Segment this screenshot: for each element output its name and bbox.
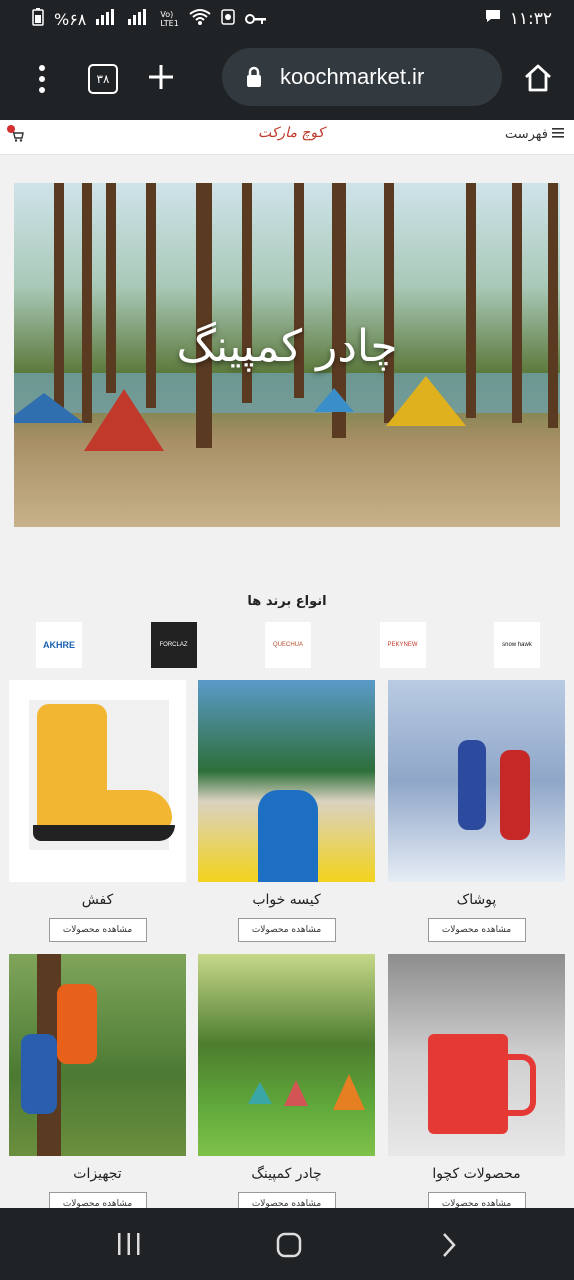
- status-left: %۶۸ Vo) LTE1: [32, 8, 267, 30]
- hero-banner[interactable]: چادر کمپینگ: [14, 183, 560, 527]
- lte-text: LTE1: [160, 19, 179, 28]
- tent-red: [284, 1080, 308, 1106]
- view-products-button[interactable]: مشاهده محصولات: [237, 918, 336, 942]
- tree-trunk: [512, 183, 522, 423]
- site-header: کوچ مارکت فهرست: [0, 120, 574, 155]
- brand-logo-akhre[interactable]: AKHRE: [36, 622, 82, 668]
- tent-orange: [333, 1074, 365, 1110]
- battery-icon: [32, 8, 44, 30]
- cart-badge: [7, 125, 15, 133]
- url-text: koochmarket.ir: [280, 64, 425, 89]
- category-name: کیسه خواب: [252, 892, 321, 908]
- signal-icon: [96, 9, 118, 29]
- volte-text: Vo): [160, 10, 174, 19]
- battery-percent: %۶۸: [54, 9, 87, 29]
- category-card: کفش مشاهده محصولات: [9, 680, 186, 942]
- hiker-figure: [458, 740, 486, 830]
- mug-shape: [428, 1034, 508, 1134]
- brand-logo-forclaz[interactable]: FORCLAZ: [150, 622, 197, 668]
- key-icon: [244, 10, 267, 29]
- category-card: کیسه خواب مشاهده محصولات: [198, 680, 375, 942]
- view-products-button[interactable]: مشاهده محصولات: [48, 918, 147, 942]
- category-name: محصولات کچوا: [432, 1166, 521, 1182]
- tent-teal: [248, 1082, 272, 1104]
- category-image[interactable]: [198, 680, 375, 882]
- new-tab-icon[interactable]: [148, 64, 174, 90]
- category-name: پوشاک: [456, 892, 497, 908]
- category-image[interactable]: [198, 954, 375, 1156]
- category-image[interactable]: [9, 954, 186, 1156]
- tent-small: [314, 388, 354, 412]
- mug-handle: [504, 1054, 536, 1116]
- notification-icon: [221, 9, 235, 29]
- category-name: کفش: [81, 892, 114, 908]
- hiker-figure: [500, 750, 530, 840]
- tent-red: [84, 389, 164, 451]
- tab-switcher-button[interactable]: ۳۸: [88, 64, 118, 94]
- back-icon[interactable]: [440, 1232, 458, 1262]
- tree-trunk: [146, 183, 156, 408]
- category-card: چادر کمپینگ مشاهده محصولات: [198, 954, 375, 1216]
- lock-icon: [240, 63, 268, 91]
- more-menu-icon[interactable]: [36, 64, 48, 94]
- tree-trunk: [54, 183, 64, 413]
- chat-icon: [484, 8, 502, 29]
- category-name: تجهیزات: [73, 1166, 122, 1182]
- sleeping-bag: [258, 790, 318, 882]
- signal-icon-2: [128, 9, 150, 29]
- hamburger-icon: [552, 127, 564, 142]
- brands-row: AKHRE FORCLAZ QUECHUA PEKYNEW snow hawk: [36, 622, 540, 668]
- volte-label: Vo) LTE1: [160, 10, 178, 28]
- menu-label: فهرست: [504, 127, 548, 142]
- view-products-button[interactable]: مشاهده محصولات: [427, 918, 526, 942]
- wifi-icon: [189, 8, 211, 30]
- site-logo[interactable]: کوچ مارکت: [258, 125, 324, 141]
- address-bar[interactable]: koochmarket.ir: [222, 48, 502, 106]
- tree-trunk: [466, 183, 476, 418]
- brands-title: انواع برند ها: [247, 594, 327, 609]
- tab-count: ۳۸: [96, 72, 110, 86]
- category-name: چادر کمپینگ: [251, 1166, 322, 1182]
- category-image[interactable]: [388, 680, 565, 882]
- cart-button[interactable]: [7, 125, 24, 146]
- backpack-orange: [57, 984, 97, 1064]
- tent-yellow: [386, 376, 466, 426]
- category-image[interactable]: [9, 680, 186, 882]
- home-nav-icon[interactable]: [276, 1232, 302, 1262]
- clock: ۱۱:۳۲: [509, 8, 552, 29]
- brand-logo-pekynew[interactable]: PEKYNEW: [379, 622, 426, 668]
- brand-logo-quechua[interactable]: QUECHUA: [265, 622, 311, 668]
- brand-logo-snow-hawk[interactable]: snow hawk: [494, 622, 540, 668]
- category-card: تجهیزات مشاهده محصولات: [9, 954, 186, 1216]
- category-card: پوشاک مشاهده محصولات: [388, 680, 565, 942]
- status-right: ۱۱:۳۲: [484, 8, 552, 29]
- menu-button[interactable]: فهرست: [505, 127, 564, 142]
- tree-trunk: [548, 183, 558, 428]
- status-bar: %۶۸ Vo) LTE1 ۱۱:۳۲: [0, 0, 574, 38]
- tree-trunk: [196, 183, 212, 448]
- browser-toolbar: ۳۸ koochmarket.ir: [0, 38, 574, 120]
- hero-title: چادر کمپینگ: [176, 321, 398, 372]
- home-icon[interactable]: [522, 62, 554, 94]
- recent-apps-icon[interactable]: [116, 1232, 142, 1260]
- tree-trunk: [82, 183, 92, 423]
- category-card: محصولات کچوا مشاهده محصولات: [388, 954, 565, 1216]
- system-nav-bar: [0, 1208, 574, 1280]
- backpack-blue: [21, 1034, 57, 1114]
- category-image[interactable]: [388, 954, 565, 1156]
- boot-sole: [33, 825, 175, 841]
- tent-blue: [14, 393, 84, 423]
